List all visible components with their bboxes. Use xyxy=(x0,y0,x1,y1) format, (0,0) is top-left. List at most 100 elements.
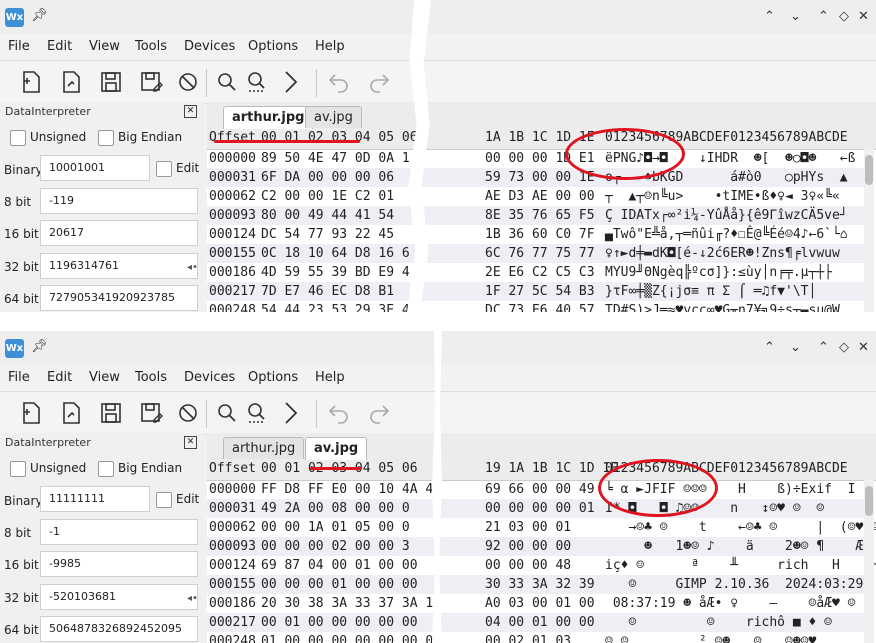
search-icon[interactable] xyxy=(214,69,240,95)
hex-row[interactable]: 000186 20 30 38 3A 33 37 3A 1 A0 03 00 01 … xyxy=(207,594,864,613)
row-bytes-left[interactable]: 00 00 00 01 00 00 00 xyxy=(261,575,418,594)
open-file-icon[interactable] xyxy=(58,69,84,95)
hex-row[interactable]: 000031 6F DA 00 00 00 06 59 73 00 00 1E o┌ … xyxy=(207,168,864,187)
hex-row[interactable]: 000124 69 87 04 00 01 00 00 00 00 00 48 iç♦… xyxy=(207,556,876,575)
minimize-icon[interactable]: ⌄ xyxy=(790,340,801,355)
row-bytes-right[interactable]: 1B 36 60 C0 7F xyxy=(485,225,595,244)
row-bytes-right[interactable]: A0 03 00 01 00 xyxy=(485,594,595,613)
row-bytes-right[interactable]: 6C 76 77 75 77 xyxy=(485,244,595,263)
hex-row[interactable]: 000217 7D E7 46 EC D8 B1 1F 27 5C 54 B3}τF… xyxy=(207,282,864,301)
8bit-field[interactable]: -119 xyxy=(40,188,198,214)
redo-icon[interactable] xyxy=(366,400,392,426)
row-bytes-right[interactable]: 30 33 3A 32 39 xyxy=(485,575,595,594)
row-offset[interactable]: 000155 xyxy=(209,575,256,594)
row-ascii[interactable]: ☺ GIMP 2.10.36 2024:03:29 xyxy=(605,575,863,594)
row-offset[interactable]: 000093 xyxy=(209,537,256,556)
close-file-icon[interactable] xyxy=(175,400,201,426)
close-icon[interactable]: ✕ xyxy=(184,105,197,118)
row-bytes-left[interactable]: 00 00 1A 01 05 00 0 xyxy=(261,518,410,537)
32bit-field[interactable]: 1196314761 xyxy=(40,253,198,279)
keep-above-icon[interactable]: ⌃ xyxy=(764,340,775,355)
hex-row[interactable]: 000000 FF D8 FF E0 00 10 4A 4 69 66 00 00 … xyxy=(207,480,864,499)
keep-above-icon[interactable]: ⌃ xyxy=(764,9,775,24)
hex-row[interactable]: 000217 00 01 00 00 00 00 00 04 00 01 00 00… xyxy=(207,613,864,632)
row-offset[interactable]: 000155 xyxy=(209,244,256,263)
row-bytes-left[interactable]: 00 01 00 00 00 00 00 xyxy=(261,613,418,632)
menu-tools[interactable]: Tools xyxy=(135,370,167,385)
row-offset[interactable]: 000217 xyxy=(209,282,256,301)
hex-row[interactable]: 000186 4D 59 55 39 BD E9 4 2E E6 C2 C5 C3 M… xyxy=(207,263,864,282)
pin-icon[interactable]: 📌︎ xyxy=(31,339,48,354)
hex-row[interactable]: 000031 49 2A 00 08 00 00 0 00 00 00 00 01 I… xyxy=(207,499,864,518)
scrollbar-thumb[interactable] xyxy=(865,486,873,516)
row-ascii[interactable]: iç♦ ☺ ª ╨ rich H H xyxy=(605,556,876,575)
menu-options[interactable]: Options xyxy=(248,370,298,385)
search-icon[interactable] xyxy=(214,400,240,426)
edit-checkbox[interactable] xyxy=(156,161,172,177)
menu-help[interactable]: Help xyxy=(315,39,345,54)
row-bytes-left[interactable]: FF D8 FF E0 00 10 4A 4 xyxy=(261,480,433,499)
row-ascii[interactable]: ♀↑►d╪▬dK◘[é-↓2ć6ER☻!Zns¶╒lvwuw xyxy=(605,244,840,263)
save-as-icon[interactable] xyxy=(138,69,164,95)
row-bytes-left[interactable]: 20 30 38 3A 33 37 3A 1 xyxy=(261,594,433,613)
hex-row[interactable]: 000062 00 00 1A 01 05 00 0 21 03 00 01 →☺♣… xyxy=(207,518,876,537)
close-icon[interactable]: ✕ xyxy=(184,436,197,449)
hex-row[interactable]: 000155 0C 18 10 64 D8 16 6 6C 76 77 75 77 ♀… xyxy=(207,244,864,263)
save-icon[interactable] xyxy=(98,69,124,95)
row-bytes-right[interactable]: DC 73 E6 40 57 xyxy=(485,301,595,312)
row-offset[interactable]: 000186 xyxy=(209,263,256,282)
hex-row[interactable]: 000248 01 00 00 00 00 00 00 0 00 02 01 03 ☺… xyxy=(207,632,864,643)
restore-icon[interactable]: ◇ xyxy=(839,340,849,355)
close-window-icon[interactable]: ✕ xyxy=(858,9,869,24)
row-bytes-left[interactable]: 54 44 23 53 29 3E 4 xyxy=(261,301,410,312)
search-replace-icon[interactable] xyxy=(244,69,270,95)
binary-field[interactable]: 11111111 xyxy=(40,486,150,512)
row-bytes-left[interactable]: 7D E7 46 EC D8 B1 xyxy=(261,282,394,301)
row-bytes-right[interactable]: 92 00 00 00 xyxy=(485,537,571,556)
row-ascii[interactable]: 08:37:19 ☻ åÆ• ♀ — ☺åÆ♥ ☺ xyxy=(605,594,856,613)
row-bytes-left[interactable]: 4D 59 55 39 BD E9 4 xyxy=(261,263,410,282)
undo-icon[interactable] xyxy=(326,400,352,426)
row-bytes-right[interactable]: 69 66 00 00 49 xyxy=(485,480,595,499)
64bit-field[interactable]: 727905341920923785 xyxy=(40,285,198,311)
undo-icon[interactable] xyxy=(326,69,352,95)
menu-edit[interactable]: Edit xyxy=(47,39,72,54)
row-bytes-right[interactable]: 2E E6 C2 C5 C3 xyxy=(485,263,595,282)
menu-view[interactable]: View xyxy=(89,39,120,54)
row-ascii[interactable]: Ç IDATx┌∞²i¼-YûÅå}{ê9ΓîwzCÄ5ve┘ xyxy=(605,206,848,225)
row-offset[interactable]: 000124 xyxy=(209,556,256,575)
row-ascii[interactable]: }τF∞╪▒Z{¡jσ≡ π Σ ⌠ ═♫f▼'\T│ xyxy=(605,282,816,301)
redo-icon[interactable] xyxy=(366,69,392,95)
hex-row[interactable]: 000248 54 44 23 53 29 3E 4 DC 73 E6 40 57 T… xyxy=(207,301,864,312)
menu-devices[interactable]: Devices xyxy=(184,370,235,385)
row-ascii[interactable]: →☺♣ ☺ t ←☺♣ ☺ | (☺♥ ☺ xyxy=(605,518,876,537)
row-bytes-right[interactable]: 00 00 00 48 xyxy=(485,556,571,575)
row-bytes-left[interactable]: 89 50 4E 47 0D 0A 1 xyxy=(261,149,410,168)
row-bytes-left[interactable]: 80 00 49 44 41 54 xyxy=(261,206,394,225)
row-ascii[interactable]: ☺ ☺ richô ■ ♦ ☺ xyxy=(605,613,832,632)
row-bytes-left[interactable]: 01 00 00 00 00 00 00 0 xyxy=(261,632,433,643)
close-file-icon[interactable] xyxy=(175,69,201,95)
menu-edit[interactable]: Edit xyxy=(47,370,72,385)
row-bytes-right[interactable]: 00 02 01 03 xyxy=(485,632,571,643)
8bit-field[interactable]: -1 xyxy=(40,519,198,545)
row-bytes-left[interactable]: 00 00 00 02 00 00 3 xyxy=(261,537,410,556)
splitter-arrow-icon[interactable]: ◂• xyxy=(187,593,198,604)
row-offset[interactable]: 000062 xyxy=(209,518,256,537)
goto-icon[interactable] xyxy=(278,400,304,426)
big-endian-checkbox[interactable] xyxy=(98,130,114,146)
row-offset[interactable]: 000248 xyxy=(209,632,256,643)
row-offset[interactable]: 000000 xyxy=(209,149,256,168)
64bit-field[interactable]: 5064878326892452095 xyxy=(40,616,198,642)
tab-file-1[interactable]: av.jpg xyxy=(305,437,368,461)
row-offset[interactable]: 000031 xyxy=(209,499,256,518)
row-offset[interactable]: 000248 xyxy=(209,301,256,312)
menu-options[interactable]: Options xyxy=(248,39,298,54)
splitter-arrow-icon[interactable]: ◂• xyxy=(187,262,198,273)
16bit-field[interactable]: 20617 xyxy=(40,220,198,246)
maximize-icon[interactable]: ⌃ xyxy=(818,9,829,24)
row-bytes-left[interactable]: 49 2A 00 08 00 00 0 xyxy=(261,499,410,518)
row-offset[interactable]: 000093 xyxy=(209,206,256,225)
close-window-icon[interactable]: ✕ xyxy=(858,340,869,355)
hex-row[interactable]: 000093 00 00 00 02 00 00 3 92 00 00 00 ☻ 1… xyxy=(207,537,864,556)
